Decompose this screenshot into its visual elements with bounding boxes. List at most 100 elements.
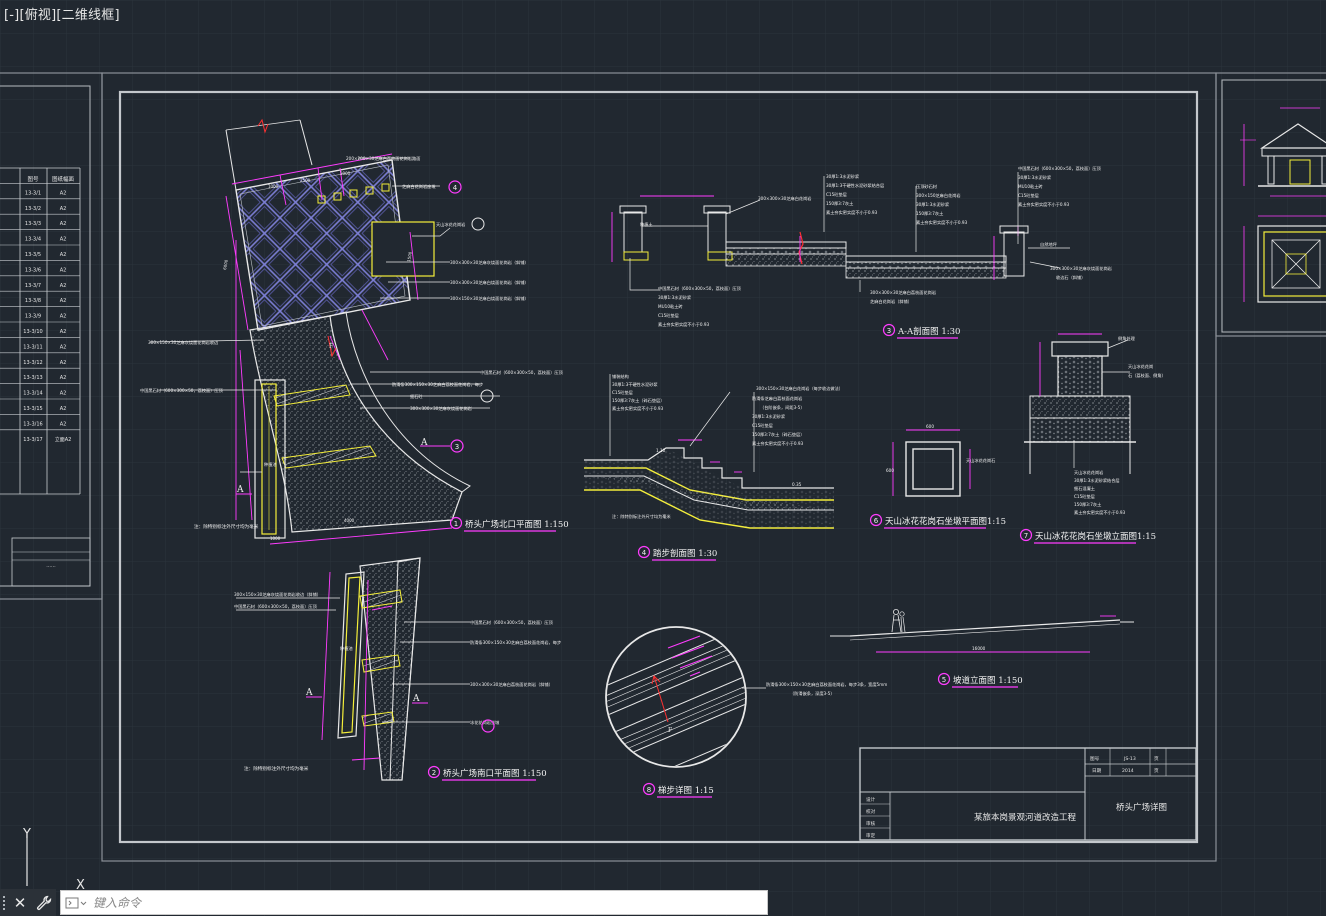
left-table-code: 13-3/16 [23, 421, 42, 427]
svg-text:300×150×30芝麻灰烧面花岗岩收边: 300×150×30芝麻灰烧面花岗岩收边 [148, 339, 219, 346]
title-ramp-elevation: 坡道立面图 1:150 [953, 675, 1023, 686]
drawing-canvas[interactable]: 13-3/1 A213-3/2 A213-3/3 A213-3/4 A213-3/5 A2… [0, 0, 1326, 916]
svg-text:1000: 1000 [268, 184, 279, 189]
left-table-size: A2 [60, 283, 67, 289]
svg-text:中国黑石材（600×300×50，荔枝面）压顶: 中国黑石材（600×300×50，荔枝面）压顶 [658, 285, 742, 292]
svg-text:防滑条300×150×30芝麻白荔枝面花岗岩，每步: 防滑条300×150×30芝麻白荔枝面花岗岩，每步 [470, 639, 561, 646]
svg-text:校对: 校对 [866, 808, 876, 815]
bubble-4-north: 4 [453, 184, 458, 192]
bubble-3-north: 3 [455, 443, 459, 451]
command-line-grip[interactable] [0, 889, 8, 916]
svg-text:自然地坪: 自然地坪 [1040, 241, 1057, 248]
section-mark-a-3: A [305, 688, 313, 698]
svg-text:C15砼垫层: C15砼垫层 [1018, 192, 1039, 199]
svg-text:30厚1:3水泥砂浆: 30厚1:3水泥砂浆 [826, 173, 860, 180]
left-table-code: 13-3/14 [23, 391, 42, 397]
left-table-size: A2 [60, 344, 67, 350]
svg-text:30厚1:3水泥砂浆: 30厚1:3水泥砂浆 [916, 201, 950, 208]
svg-text:页: 页 [1154, 768, 1159, 774]
viewport-style-menu[interactable]: [二维线框] [56, 8, 119, 23]
title-seat-plan: 天山冰花花岗石坐墩平面图1:15 [885, 516, 1006, 527]
svg-text:30厚1:3干硬性水泥砂浆: 30厚1:3干硬性水泥砂浆 [612, 381, 658, 388]
svg-text:素土夯实密实度不小于0.93: 素土夯实密实度不小于0.93 [826, 209, 878, 216]
left-table-code: 13-3/15 [23, 406, 42, 412]
svg-text:MU10粘土砖: MU10粘土砖 [658, 303, 683, 310]
svg-text:中国黑石材（600×300×50，荔枝面）压顶: 中国黑石材（600×300×50，荔枝面）压顶 [470, 619, 554, 626]
bubble-8: 8 [647, 786, 651, 794]
svg-text:30厚1:3水泥砂浆: 30厚1:3水泥砂浆 [658, 294, 692, 301]
command-prompt-icon[interactable] [61, 890, 91, 915]
svg-text:种植池: 种植池 [340, 645, 353, 652]
left-table-size: A2 [60, 267, 67, 273]
left-table-size: A2 [60, 314, 67, 320]
svg-text:150厚3:7灰土: 150厚3:7灰土 [916, 210, 943, 217]
svg-text:C15砼垫层: C15砼垫层 [658, 312, 679, 319]
left-table-code: 13-3/4 [25, 237, 41, 243]
left-table-code: 13-3/11 [23, 344, 42, 350]
svg-text:300×300×30芝麻白荔枝面花岗岩: 300×300×30芝麻白荔枝面花岗岩 [870, 289, 936, 296]
left-table-size: A2 [60, 360, 67, 366]
section-mark-a-1: A [420, 438, 428, 448]
left-table-size: A2 [60, 206, 67, 212]
svg-text:天山冰花花岗岩: 天山冰花花岗岩 [1074, 469, 1103, 476]
viewport-minus-menu[interactable]: [-] [4, 8, 19, 23]
close-icon[interactable]: ✕ [8, 889, 32, 916]
svg-text:······: ······ [46, 564, 56, 570]
left-table-code: 13-3/10 [23, 329, 42, 335]
svg-text:200×200×30芝麻白荔枝面花岗岩路面: 200×200×30芝麻白荔枝面花岗岩路面 [346, 155, 420, 162]
left-table-size: A2 [60, 190, 67, 196]
svg-text:防滑条300×150×30芝麻白荔枝面花岗岩，每步: 防滑条300×150×30芝麻白荔枝面花岗岩，每步 [392, 381, 483, 388]
svg-text:铺装结构: 铺装结构 [612, 373, 629, 380]
title-seat-elevation: 天山冰花花岗石坐墩立面图1:15 [1035, 531, 1156, 542]
svg-text:1000: 1000 [270, 536, 281, 541]
svg-text:倒角处理: 倒角处理 [1118, 335, 1136, 342]
ucs-y-label: Y [22, 827, 31, 842]
svg-text:中国黑石材（600×300×50，荔枝面）压顶: 中国黑石材（600×300×50，荔枝面）压顶 [480, 369, 564, 376]
section-mark-a-2: A [236, 485, 244, 495]
left-table-code: 13-3/9 [25, 314, 41, 320]
svg-text:种植土: 种植土 [640, 221, 653, 228]
wrench-icon[interactable] [32, 889, 56, 916]
svg-text:素土夯实密实度不小于0.93: 素土夯实密实度不小于0.93 [658, 321, 710, 328]
svg-text:300×150×30芝麻白花岗岩（每步收边做法）: 300×150×30芝麻白花岗岩（每步收边做法） [756, 385, 843, 392]
left-table-size: 立面A2 [55, 436, 72, 443]
svg-text:芝麻白花岗岩座墩: 芝麻白花岗岩座墩 [402, 183, 436, 190]
svg-text:300×300×30芝麻灰烧面花岗岩（斜铺）: 300×300×30芝麻灰烧面花岗岩（斜铺） [450, 259, 529, 266]
title-section-aa: A-A剖面图 1:30 [897, 326, 960, 337]
svg-text:细石混凝土: 细石混凝土 [1074, 485, 1095, 492]
svg-text:150厚3:7灰土（碎石垫层）: 150厚3:7灰土（碎石垫层） [752, 431, 804, 438]
note-north: 注：除特别标注外尺寸均为毫米 [194, 523, 259, 530]
left-table-size: A2 [60, 237, 67, 243]
left-table-size: A2 [60, 252, 67, 258]
svg-text:C15砼垫层: C15砼垫层 [826, 191, 847, 198]
viewport-view-menu[interactable]: [俯视] [19, 8, 56, 23]
left-table-size: A2 [60, 406, 67, 412]
bubble-6: 6 [874, 517, 879, 525]
svg-text:30厚1:3水泥砂浆结合层: 30厚1:3水泥砂浆结合层 [1074, 477, 1120, 484]
svg-text:300×300×30芝麻灰烧面花岗岩: 300×300×30芝麻灰烧面花岗岩 [1050, 265, 1112, 272]
svg-text:（防滑嵌条，深度3-5）: （防滑嵌条，深度3-5） [790, 690, 835, 697]
left-table-code: 13-3/13 [23, 375, 42, 381]
command-input[interactable] [91, 890, 767, 915]
svg-text:素土夯实密实度不小于0.93: 素土夯实密实度不小于0.93 [1074, 509, 1126, 516]
svg-text:素土夯实密实度不小于0.93: 素土夯实密实度不小于0.93 [1018, 201, 1070, 208]
title-block-drawing: 桥头广场详图 [1116, 802, 1167, 813]
svg-text:C15砼垫层: C15砼垫层 [752, 422, 773, 429]
title-step-detail: 梯步详图 1:15 [658, 785, 714, 796]
svg-text:600: 600 [886, 468, 894, 473]
left-table-header-size: 图纸幅面 [52, 175, 75, 183]
svg-text:300×150×30芝麻灰烧面花岗岩收边（斜铺）: 300×150×30芝麻灰烧面花岗岩收边（斜铺） [234, 591, 321, 598]
svg-text:日期: 日期 [1092, 768, 1102, 774]
svg-text:300×300×30芝麻灰烧面花岗岩: 300×300×30芝麻灰烧面花岗岩 [410, 405, 472, 412]
note-south: 注：除特别标注外尺寸均为毫米 [244, 765, 309, 772]
svg-text:审定: 审定 [866, 832, 876, 839]
title-north-plan: 桥头广场北口平面图 1:150 [465, 519, 569, 530]
command-line: ✕ [0, 889, 768, 916]
svg-text:素土夯实密实度不小于0.93: 素土夯实密实度不小于0.93 [752, 440, 804, 447]
left-table-size: A2 [60, 329, 67, 335]
left-table-size: A2 [60, 375, 67, 381]
svg-text:天山冰花花岗岩: 天山冰花花岗岩 [436, 221, 465, 228]
left-table-code: 13-3/5 [25, 252, 41, 258]
svg-text:F: F [668, 727, 672, 734]
left-table-size: A2 [60, 391, 67, 397]
